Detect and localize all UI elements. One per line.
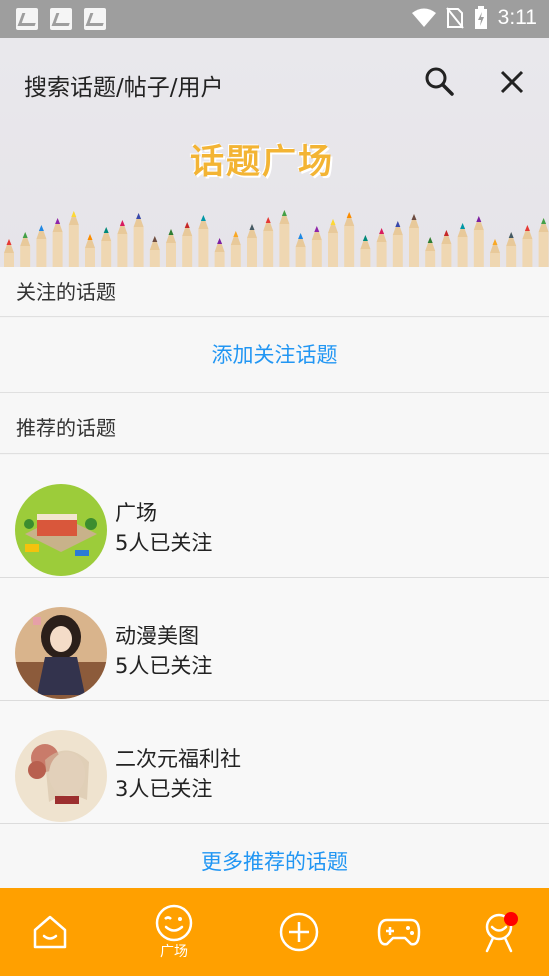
notification-icon xyxy=(50,8,72,30)
topic-row[interactable]: 动漫美图 5人已关注 xyxy=(0,578,549,701)
topic-name: 广场 xyxy=(115,501,157,525)
home-icon xyxy=(33,915,67,949)
tab-square[interactable]: 广场 xyxy=(124,888,224,976)
topic-avatar-illustration xyxy=(15,730,107,822)
tab-home[interactable] xyxy=(0,888,100,976)
status-bar: 3:11 xyxy=(0,0,549,38)
notification-icon xyxy=(84,8,106,30)
recommended-topics-heading: 推荐的话题 xyxy=(0,393,549,454)
banner-logo: 话题广场 xyxy=(190,142,334,182)
topic-name: 动漫美图 xyxy=(115,624,199,648)
gamepad-icon xyxy=(377,918,421,946)
add-circle-icon xyxy=(279,912,319,952)
search-icon[interactable] xyxy=(424,66,454,96)
topic-followers: 3人已关注 xyxy=(115,777,213,801)
smile-wink-icon xyxy=(155,904,193,942)
topic-row[interactable]: 二次元福利社 3人已关注 xyxy=(0,701,549,824)
no-sim-icon xyxy=(445,7,464,29)
topic-followers: 5人已关注 xyxy=(115,531,213,555)
tab-profile[interactable] xyxy=(449,888,549,976)
add-followed-topic-link[interactable]: 添加关注话题 xyxy=(0,318,549,393)
topic-name: 二次元福利社 xyxy=(115,747,241,771)
topic-followers: 5人已关注 xyxy=(115,654,213,678)
notification-badge-dot xyxy=(504,912,518,926)
clock: 3:11 xyxy=(497,6,537,29)
wifi-icon xyxy=(411,8,436,27)
tab-games[interactable] xyxy=(349,888,449,976)
tab-create-post[interactable] xyxy=(249,888,349,976)
topic-row[interactable]: 广场 5人已关注 xyxy=(0,455,549,578)
topic-avatar-square xyxy=(15,484,107,576)
pencils-illustration xyxy=(4,210,549,267)
topic-avatar-anime xyxy=(15,607,107,699)
close-icon[interactable] xyxy=(498,68,526,96)
notification-icon xyxy=(16,8,38,30)
bottom-tab-bar: 广场 xyxy=(0,888,549,976)
header-banner: 搜索话题/帖子/用户 话题广场 xyxy=(0,38,549,267)
more-recommended-topics-link[interactable]: 更多推荐的话题 xyxy=(0,824,549,889)
search-field[interactable]: 搜索话题/帖子/用户 xyxy=(24,68,224,102)
tab-square-label: 广场 xyxy=(160,944,188,960)
notification-icons xyxy=(16,8,106,30)
followed-topics-heading: 关注的话题 xyxy=(0,267,549,317)
battery-charging-icon xyxy=(474,6,487,29)
